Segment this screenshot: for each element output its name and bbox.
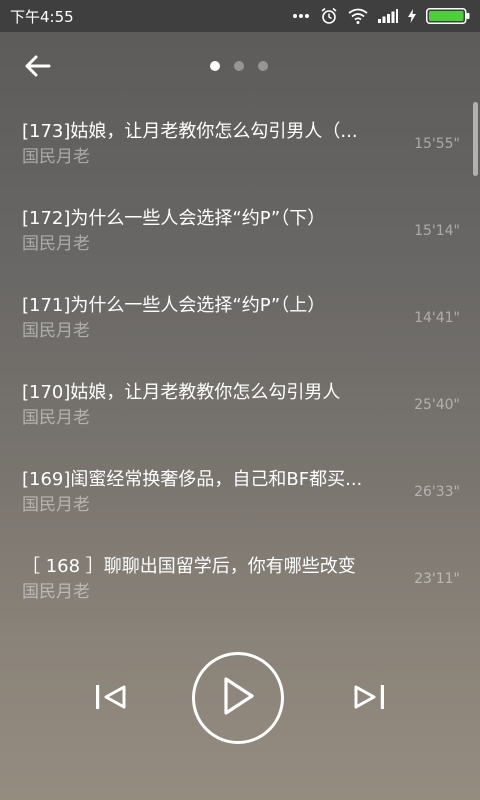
signal-icon bbox=[378, 9, 398, 23]
next-button[interactable] bbox=[350, 680, 388, 718]
track-list: [173]姑娘，让月老教你怎么勾引男人（... 国民月老 15'55" [172… bbox=[0, 102, 480, 624]
charging-icon bbox=[408, 9, 416, 23]
battery-icon bbox=[426, 8, 470, 24]
page-dot[interactable] bbox=[234, 61, 244, 71]
track-row[interactable]: [173]姑娘，让月老教你怎么勾引男人（... 国民月老 15'55" bbox=[0, 102, 480, 189]
track-row[interactable]: [169]闺蜜经常换奢侈品，自己和BF都买... 国民月老 26'33" bbox=[0, 450, 480, 537]
status-icons bbox=[292, 7, 470, 25]
previous-button[interactable] bbox=[92, 680, 130, 718]
track-duration: 14'41" bbox=[414, 310, 460, 326]
header bbox=[0, 32, 480, 102]
track-artist: 国民月老 bbox=[22, 582, 90, 602]
track-title: [173]姑娘，让月老教你怎么勾引男人（... bbox=[22, 121, 358, 142]
skip-next-icon bbox=[352, 684, 386, 714]
more-dots-icon bbox=[292, 13, 310, 19]
play-icon bbox=[220, 676, 256, 720]
player-controls bbox=[0, 650, 480, 745]
page-dot-active[interactable] bbox=[210, 61, 220, 71]
skip-previous-icon bbox=[94, 684, 128, 714]
track-duration: 23'11" bbox=[414, 571, 460, 587]
track-title: [172]为什么一些人会选择“约P”（下） bbox=[22, 208, 326, 229]
alarm-icon bbox=[320, 7, 338, 25]
track-duration: 26'33" bbox=[414, 484, 460, 500]
play-button[interactable] bbox=[192, 652, 284, 744]
track-artist: 国民月老 bbox=[22, 321, 90, 341]
page-dot[interactable] bbox=[258, 61, 268, 71]
track-artist: 国民月老 bbox=[22, 147, 90, 167]
track-duration: 15'55" bbox=[414, 136, 460, 152]
track-row[interactable]: [172]为什么一些人会选择“约P”（下） 国民月老 15'14" bbox=[0, 189, 480, 276]
track-duration: 15'14" bbox=[414, 223, 460, 239]
status-time: 下午4:55 bbox=[10, 7, 74, 26]
track-title: [169]闺蜜经常换奢侈品，自己和BF都买... bbox=[22, 469, 363, 490]
track-artist: 国民月老 bbox=[22, 408, 90, 428]
track-row[interactable]: ［ 168 ］聊聊出国留学后，你有哪些改变 国民月老 23'11" bbox=[0, 537, 480, 624]
track-duration: 25'40" bbox=[414, 397, 460, 413]
track-title: [170]姑娘，让月老教教你怎么勾引男人 bbox=[22, 382, 341, 403]
track-row[interactable]: [171]为什么一些人会选择“约P”（上） 国民月老 14'41" bbox=[0, 276, 480, 363]
status-bar: 下午4:55 bbox=[0, 0, 480, 32]
back-button[interactable] bbox=[22, 52, 54, 84]
track-artist: 国民月老 bbox=[22, 495, 90, 515]
track-title: ［ 168 ］聊聊出国留学后，你有哪些改变 bbox=[22, 556, 356, 577]
arrow-left-icon bbox=[25, 55, 51, 81]
track-title: [171]为什么一些人会选择“约P”（上） bbox=[22, 295, 326, 316]
wifi-icon bbox=[348, 8, 368, 24]
track-row[interactable]: [170]姑娘，让月老教教你怎么勾引男人 国民月老 25'40" bbox=[0, 363, 480, 450]
track-artist: 国民月老 bbox=[22, 234, 90, 254]
page-indicator bbox=[210, 61, 268, 71]
